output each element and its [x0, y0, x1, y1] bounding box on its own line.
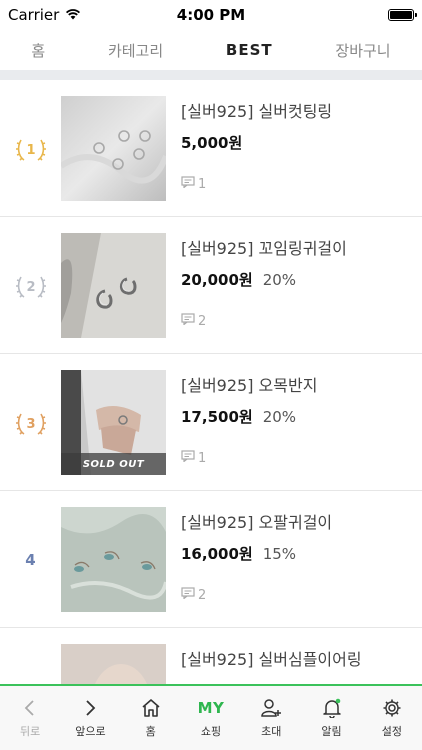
comment-count-value: 1: [198, 450, 207, 466]
comment-count-value: 1: [198, 176, 207, 192]
my-shopping-icon: MY: [197, 699, 225, 717]
status-bar: Carrier 4:00 PM: [0, 0, 422, 30]
product-row[interactable]: 4 [실버925] 오팔귀걸이 16,000원 15% 2: [0, 491, 422, 628]
nav-invite-label: 초대: [261, 725, 282, 738]
product-title[interactable]: [실버925] 실버심플이어링: [181, 646, 422, 670]
gold-laurel-icon: 1: [15, 139, 46, 161]
comment-count: 2: [181, 313, 206, 329]
product-row[interactable]: 5 [실버925] 실버심플이어링: [0, 628, 422, 686]
rank-badge: 3: [0, 370, 61, 475]
nav-invite-button[interactable]: 초대: [241, 686, 301, 750]
discount-rate: 20%: [262, 408, 297, 426]
product-title[interactable]: [실버925] 실버컷팅링: [181, 98, 422, 122]
product-info: [실버925] 실버심플이어링: [181, 644, 422, 680]
bell-icon: [322, 697, 342, 719]
product-info: [실버925] 오팔귀걸이 16,000원 15%: [181, 507, 422, 564]
nav-back-label: 뒤로: [20, 725, 41, 738]
add-user-icon: [260, 697, 282, 719]
product-row[interactable]: 1 [실버925] 실버컷팅링 5,000원 1: [0, 80, 422, 217]
product-price: 16,000원: [181, 545, 253, 563]
nav-shopping-label: 쇼핑: [200, 725, 222, 738]
product-info: [실버925] 꼬임링귀걸이 20,000원 20%: [181, 233, 422, 290]
product-row[interactable]: 3 SOLD OUT [실버925] 오목반지 17,500원 20% 1: [0, 354, 422, 491]
product-image[interactable]: [61, 644, 166, 686]
comment-count-value: 2: [198, 587, 207, 603]
comment-icon: [181, 176, 195, 192]
product-title[interactable]: [실버925] 오목반지: [181, 372, 422, 396]
comment-icon: [181, 313, 195, 329]
gear-icon: [382, 697, 402, 719]
nav-alarm-label: 알림: [321, 725, 342, 738]
rank-number: 1: [26, 143, 35, 158]
rank-badge: 5: [0, 644, 61, 686]
sold-out-label: SOLD OUT: [61, 453, 166, 475]
bronze-laurel-icon: 3: [15, 413, 46, 435]
home-icon: [141, 697, 161, 719]
top-tab-bar: 홈 카테고리 BEST 장바구니: [0, 30, 422, 70]
nav-shopping-button[interactable]: MY 쇼핑: [181, 686, 241, 750]
product-info: [실버925] 오목반지 17,500원 20%: [181, 370, 422, 427]
nav-back-button[interactable]: 뒤로: [0, 686, 60, 750]
rank-badge: 2: [0, 233, 61, 338]
comment-count: 2: [181, 587, 206, 603]
product-image[interactable]: SOLD OUT: [61, 370, 166, 475]
comment-count: 1: [181, 450, 206, 466]
product-price: 17,500원: [181, 408, 253, 426]
comment-count: 1: [181, 176, 206, 192]
tab-cart[interactable]: 장바구니: [335, 40, 390, 61]
tab-best[interactable]: BEST: [226, 41, 273, 59]
product-row[interactable]: 2 [실버925] 꼬임링귀걸이 20,000원 20% 2: [0, 217, 422, 354]
comment-icon: [181, 450, 195, 466]
battery-icon: [388, 9, 417, 21]
tab-category[interactable]: 카테고리: [108, 40, 163, 61]
product-price: 5,000원: [181, 134, 243, 152]
rank-badge: 4: [0, 507, 61, 612]
bottom-navigation-bar: 뒤로 앞으로 홈 MY 쇼핑 초대 알림 설정: [0, 684, 422, 750]
rank-number: 2: [26, 280, 35, 295]
product-title[interactable]: [실버925] 오팔귀걸이: [181, 509, 422, 533]
chevron-left-icon: [23, 697, 37, 719]
product-info: [실버925] 실버컷팅링 5,000원: [181, 96, 422, 153]
comment-count-value: 2: [198, 313, 207, 329]
silver-laurel-icon: 2: [15, 276, 46, 298]
rank-number: 4: [25, 550, 36, 569]
nav-forward-label: 앞으로: [75, 725, 106, 738]
wifi-icon: [65, 6, 81, 24]
best-product-list: 1 [실버925] 실버컷팅링 5,000원 1 2 [실버925] 꼬임링귀걸…: [0, 80, 422, 686]
product-image[interactable]: [61, 233, 166, 338]
nav-home-button[interactable]: 홈: [121, 686, 181, 750]
nav-settings-label: 설정: [381, 725, 402, 738]
rank-badge: 1: [0, 96, 61, 201]
product-image[interactable]: [61, 96, 166, 201]
section-divider: [0, 70, 422, 80]
product-image[interactable]: [61, 507, 166, 612]
discount-rate: 20%: [262, 271, 297, 289]
nav-home-label: 홈: [145, 725, 156, 738]
comment-icon: [181, 587, 195, 603]
product-title[interactable]: [실버925] 꼬임링귀걸이: [181, 235, 422, 259]
nav-forward-button[interactable]: 앞으로: [60, 686, 120, 750]
nav-alarm-button[interactable]: 알림: [301, 686, 361, 750]
chevron-right-icon: [83, 697, 97, 719]
product-price: 20,000원: [181, 271, 253, 289]
tab-home[interactable]: 홈: [31, 40, 45, 61]
rank-number: 3: [26, 417, 35, 432]
nav-settings-button[interactable]: 설정: [362, 686, 422, 750]
discount-rate: 15%: [262, 545, 297, 563]
carrier-label: Carrier: [8, 6, 60, 24]
